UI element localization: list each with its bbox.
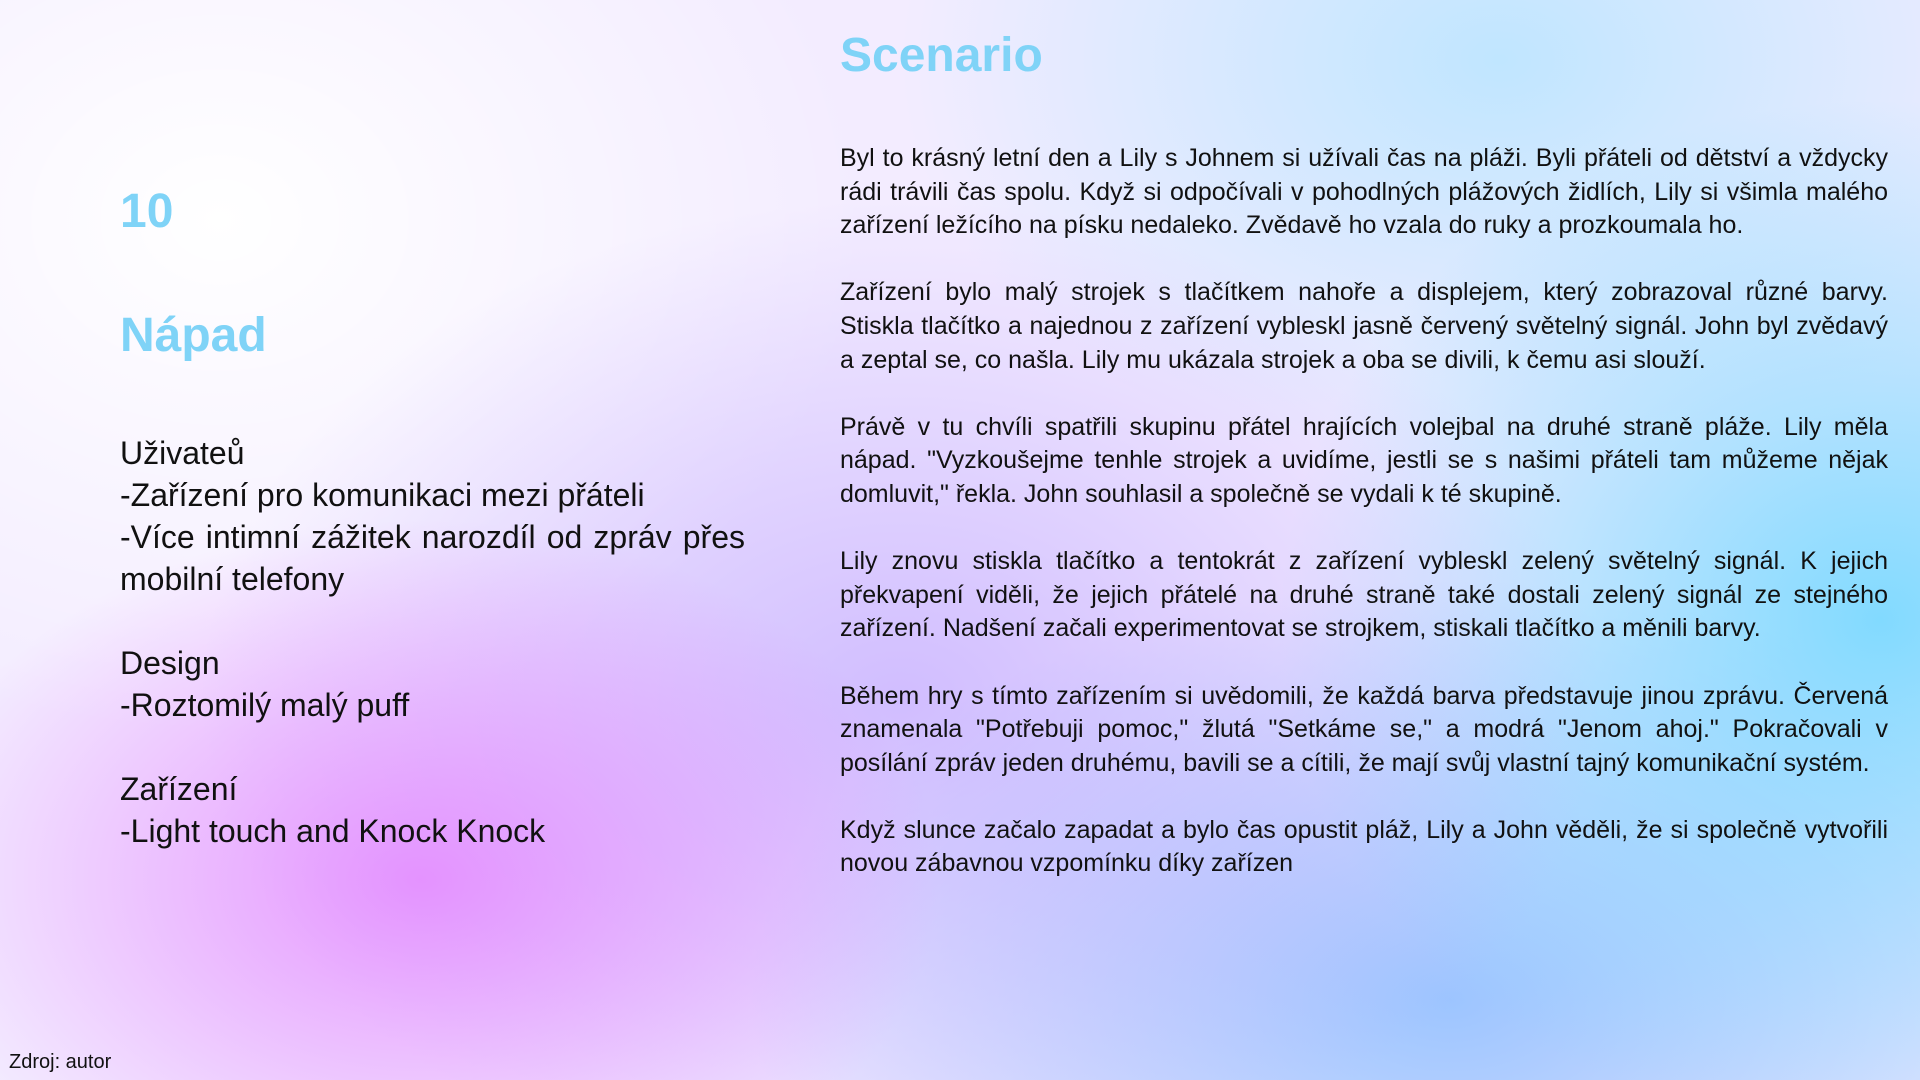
design-section: Design -Roztomilý malý puff [120, 642, 745, 726]
device-point-1: -Light touch and Knock Knock [120, 813, 546, 849]
scenario-paragraph-1: Byl to krásný letní den a Lily s Johnem … [840, 144, 1888, 240]
scenario-column: Scenario Byl to krásný letní den a Lily … [840, 28, 1888, 915]
users-point-2: -Více intimní zážitek narozdíl od zpráv … [120, 519, 745, 597]
users-point-1: -Zařízení pro komunikaci mezi přáteli [120, 477, 645, 513]
users-heading: Uživateů [120, 435, 245, 471]
design-point-1: -Roztomilý malý puff [120, 687, 410, 723]
scenario-body: Byl to krásný letní den a Lily s Johnem … [840, 142, 1888, 881]
idea-sections: Uživateů -Zařízení pro komunikaci mezi p… [120, 432, 745, 852]
scenario-paragraph-2: Zařízení bylo malý strojek s tlačítkem n… [840, 278, 1888, 374]
design-heading: Design [120, 645, 220, 681]
scenario-paragraph-5: Během hry s tímto zařízením si uvědomili… [840, 681, 1888, 777]
scenario-paragraph-4: Lily znovu stiskla tlačítko a tentokrát … [840, 547, 1888, 643]
users-section: Uživateů -Zařízení pro komunikaci mezi p… [120, 432, 745, 600]
idea-title: Nápad [120, 309, 267, 362]
slide-number: 10 [120, 185, 174, 238]
scenario-paragraph-3: Právě v tu chvíli spatřili skupinu přáte… [840, 412, 1888, 508]
source-note: Zdroj: autor [9, 1051, 112, 1073]
idea-column: 10 Nápad Uživateů -Zařízení pro komunika… [120, 180, 745, 894]
scenario-title: Scenario [840, 29, 1043, 82]
scenario-paragraph-6: Když slunce začalo zapadat a bylo čas op… [840, 815, 1888, 878]
device-heading: Zařízení [120, 771, 238, 807]
device-section: Zařízení -Light touch and Knock Knock [120, 768, 745, 852]
